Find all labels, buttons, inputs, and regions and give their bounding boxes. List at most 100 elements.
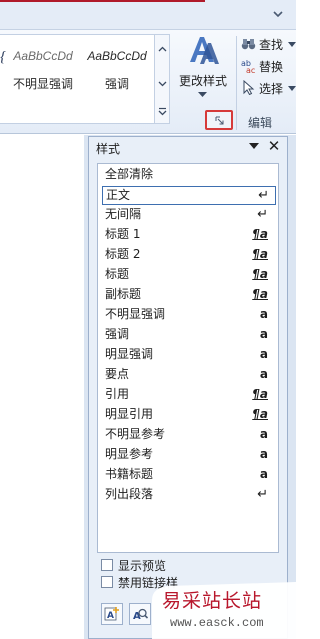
style-list-item[interactable]: 标题 2 ¶a [102, 246, 276, 265]
group-divider [236, 36, 237, 130]
change-styles-button[interactable]: 更改样式 [174, 34, 232, 106]
styles-dialog-launcher-button[interactable] [205, 110, 233, 130]
replace-icon: ab ac [241, 59, 255, 73]
style-name: 引用 [105, 387, 130, 401]
styles-pane-title: 样式 [96, 142, 121, 156]
select-label: 选择 [259, 82, 284, 96]
style-name: 强调 [105, 327, 130, 341]
watermark-url: www.easck.com [170, 616, 264, 630]
linked-style-icon: ¶a [252, 247, 268, 261]
style-list-item[interactable]: 不明显强调 a [102, 306, 276, 325]
gallery-scrollbar [154, 35, 169, 123]
character-style-icon: a [259, 427, 268, 441]
paragraph-style-icon: ↵ [258, 188, 269, 203]
dropdown-caret-icon [288, 42, 296, 47]
select-button[interactable]: 选择 [240, 78, 300, 98]
style-inspector-button[interactable]: A [129, 603, 151, 625]
style-list-item[interactable]: 标题 ¶a [102, 266, 276, 285]
svg-text:ac: ac [246, 66, 255, 73]
styles-pane: 样式 ✕ 全部清除 正文 ↵ 无间隔 ↵ 标题 1 ¶a 标题 2 ¶a 标题 ¶a 副标题 ¶a 不明显… [88, 136, 288, 639]
style-list-item[interactable]: 强调 a [102, 326, 276, 345]
paragraph-style-icon: ↵ [257, 207, 268, 222]
style-name: 不明显强调 [105, 307, 166, 321]
style-name: 标题 1 [105, 227, 141, 241]
style-name: 明显强调 [105, 347, 154, 361]
character-style-icon: a [259, 327, 268, 341]
dropdown-caret-icon [198, 92, 207, 97]
style-name: 标题 2 [105, 247, 141, 261]
close-icon[interactable]: ✕ [266, 138, 282, 154]
linked-style-icon: ¶a [252, 267, 268, 281]
style-name: 书籍标题 [105, 467, 154, 481]
style-list-item[interactable]: 无间隔 ↵ [102, 206, 276, 225]
svg-text:A: A [107, 611, 114, 621]
style-name: 标题 [105, 267, 130, 281]
change-styles-icon [190, 37, 219, 64]
site-watermark: 易采站长站 www.easck.com [152, 582, 296, 639]
new-style-button[interactable]: A [101, 603, 123, 625]
style-name: 明显引用 [105, 407, 154, 421]
style-list-item[interactable]: 明显强调 a [102, 346, 276, 365]
paragraph-style-icon: ↵ [257, 487, 268, 502]
gallery-scroll-up-icon[interactable] [158, 45, 167, 54]
find-button[interactable]: 查找 [240, 34, 300, 54]
linked-style-icon: ¶a [252, 387, 268, 401]
style-list-item[interactable]: 书籍标题 a [102, 466, 276, 485]
style-name: 要点 [105, 367, 130, 381]
character-style-icon [244, 166, 268, 183]
style-sample: AaBbCcDd [13, 49, 73, 63]
svg-text:A: A [133, 611, 141, 622]
style-sample: AaBbCcDd [87, 49, 147, 63]
style-list-item[interactable]: 明显引用 ¶a [102, 406, 276, 425]
style-inspector-icon: A [133, 608, 148, 622]
style-name: 无间隔 [105, 207, 142, 221]
change-styles-label: 更改样式 [178, 74, 227, 88]
new-style-icon: A [104, 607, 119, 621]
dialog-launcher-icon [215, 116, 224, 125]
title-bar-strip [0, 0, 296, 30]
gallery-item-subtle-emphasis[interactable]: AaBbCcDd 不明显强调 [8, 49, 78, 92]
style-list-item[interactable]: 副标题 ¶a [102, 286, 276, 305]
replace-label: 替换 [259, 60, 284, 74]
checkbox-box[interactable] [101, 576, 113, 588]
character-style-icon: a [259, 307, 268, 321]
gallery-item-label: 不明显强调 [12, 77, 73, 91]
style-name: 明显参考 [105, 447, 154, 461]
style-list-item[interactable]: 要点 a [102, 366, 276, 385]
checkbox-box[interactable] [101, 559, 113, 571]
styles-list: 全部清除 正文 ↵ 无间隔 ↵ 标题 1 ¶a 标题 2 ¶a 标题 ¶a 副标题 ¶a 不明显强调 a 强调… [97, 163, 279, 553]
linked-style-icon: ¶a [252, 407, 268, 421]
style-list-item[interactable]: 明显参考 a [102, 446, 276, 465]
style-name: 副标题 [105, 287, 142, 301]
gallery-more-icon[interactable] [158, 107, 167, 116]
style-list-item[interactable]: 标题 1 ¶a [102, 226, 276, 245]
expand-ribbon-icon[interactable] [272, 8, 284, 20]
watermark-text: 易采站长站 [162, 590, 263, 612]
select-cursor-icon [243, 80, 255, 95]
style-name: 正文 [106, 188, 131, 202]
style-list-item[interactable]: 引用 ¶a [102, 386, 276, 405]
character-style-icon: a [259, 367, 268, 381]
character-style-icon: a [259, 347, 268, 361]
pane-options-icon[interactable] [249, 143, 259, 149]
gallery-item-label: 强调 [104, 77, 129, 91]
show-preview-label: 显示预览 [118, 559, 167, 573]
find-binoculars-icon [241, 39, 256, 50]
style-name: 列出段落 [105, 487, 154, 501]
editing-group-label: 编辑 [248, 116, 273, 130]
find-label: 查找 [259, 38, 284, 52]
style-list-item[interactable]: 不明显参考 a [102, 426, 276, 445]
replace-button[interactable]: ab ac 替换 [240, 56, 300, 76]
gallery-scroll-down-icon[interactable] [158, 79, 167, 88]
linked-style-icon: ¶a [252, 287, 268, 301]
title-accent-line [0, 0, 205, 2]
style-list-item[interactable]: 列出段落 ↵ [102, 486, 276, 505]
character-style-icon: a [259, 447, 268, 461]
quick-styles-gallery: { AaBbCcDd 不明显强调 AaBbCcDd 强调 [0, 34, 170, 124]
style-list-item[interactable]: 全部清除 [102, 166, 276, 185]
dropdown-caret-icon [288, 86, 296, 91]
gallery-clipped-item: { [0, 49, 6, 65]
style-list-item[interactable]: 正文 ↵ [102, 186, 276, 205]
character-style-icon: a [259, 467, 268, 481]
gallery-item-emphasis[interactable]: AaBbCcDd 强调 [82, 49, 152, 92]
